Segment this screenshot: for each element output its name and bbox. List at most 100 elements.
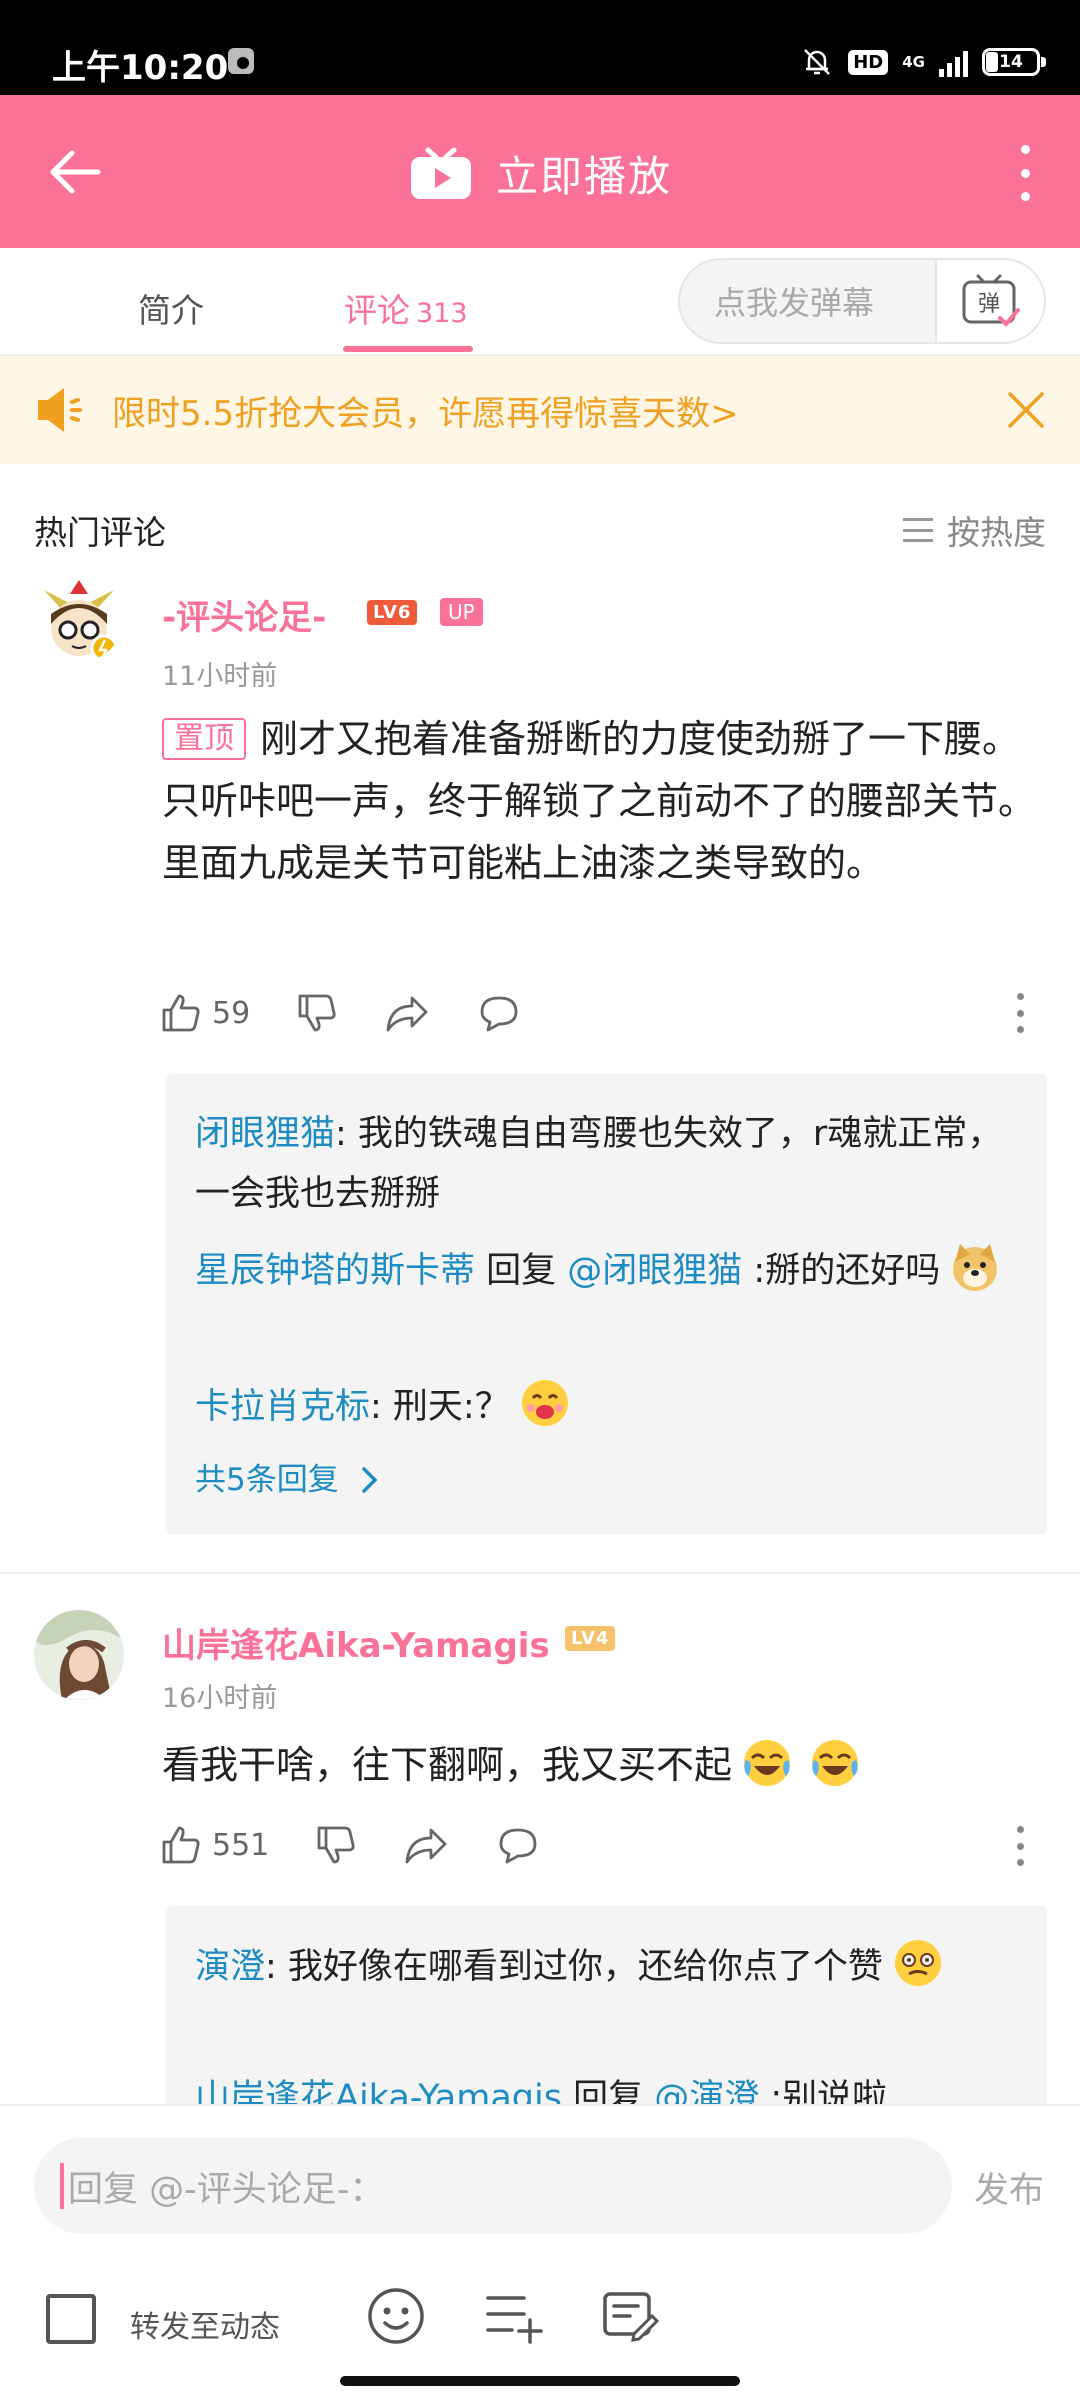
forward-checkbox[interactable] bbox=[46, 2294, 96, 2344]
status-bar: 上午10:20 HD 4G 14 bbox=[0, 0, 1080, 95]
active-tab-indicator bbox=[343, 346, 473, 352]
replies-box: 闭眼狸猫: 我的铁魂自由弯腰也失效了，r魂就正常，一会我也去掰掰 星辰钟塔的斯卡… bbox=[165, 1074, 1047, 1534]
sort-button[interactable]: 按热度 bbox=[903, 506, 1046, 554]
comment-username[interactable]: 山岸逢花Aika-Yamagis bbox=[162, 1618, 550, 1667]
hd-badge: HD bbox=[848, 49, 889, 75]
tab-intro[interactable]: 简介 bbox=[138, 284, 204, 332]
player-header: 立即播放 bbox=[0, 95, 1080, 248]
like-button[interactable]: 551 bbox=[160, 1824, 269, 1866]
more-options-button[interactable] bbox=[1010, 145, 1040, 201]
speaker-icon bbox=[38, 388, 82, 432]
add-list-icon[interactable] bbox=[484, 2286, 544, 2346]
reply-input[interactable]: 回复 @-评头论足-： bbox=[34, 2138, 952, 2234]
comment-more-button[interactable] bbox=[1005, 993, 1035, 1033]
doge-emoji-icon bbox=[953, 1244, 998, 1291]
danmaku-toggle-button[interactable]: 弹 bbox=[935, 260, 1044, 342]
emoji-picker-icon[interactable] bbox=[366, 2286, 426, 2346]
danmaku-placeholder: 点我发弹幕 bbox=[714, 284, 875, 322]
battery-level: 14 bbox=[999, 52, 1023, 72]
text-cursor bbox=[60, 2163, 64, 2209]
dislike-button[interactable] bbox=[296, 992, 338, 1034]
edit-note-icon[interactable] bbox=[600, 2286, 660, 2346]
reply-text: :掰的还好吗 bbox=[742, 1251, 941, 1291]
composer-toolbar: 转发至动态 bbox=[0, 2266, 1080, 2366]
reply-target[interactable]: @演澄 bbox=[654, 2078, 759, 2104]
vip-promo-banner[interactable]: 限时5.5折抢大会员，许愿再得惊喜天数> bbox=[0, 356, 1080, 464]
comment-time: 11小时前 bbox=[162, 661, 278, 692]
comment-bubble-icon bbox=[480, 996, 518, 1032]
reply-target[interactable]: @闭眼狸猫 bbox=[567, 1251, 742, 1291]
home-indicator[interactable] bbox=[340, 2376, 740, 2386]
like-button[interactable]: 59 bbox=[160, 992, 250, 1034]
reply-item[interactable]: 卡拉肖克标: 刑天:？ bbox=[195, 1376, 1015, 1437]
chevron-right-icon bbox=[361, 1467, 378, 1493]
share-icon bbox=[386, 996, 428, 1032]
play-now-label: 立即播放 bbox=[495, 152, 672, 201]
sort-icon bbox=[903, 518, 933, 542]
send-button[interactable]: 发布 bbox=[974, 2162, 1044, 2213]
comment-divider bbox=[0, 1572, 1080, 1574]
reply-item[interactable]: 星辰钟塔的斯卡蒂 回复 @闭眼狸猫 :掰的还好吗 bbox=[195, 1240, 1015, 1301]
close-icon[interactable] bbox=[1002, 386, 1050, 434]
comment-more-button[interactable] bbox=[1005, 1826, 1035, 1866]
view-all-replies-link[interactable]: 共5条回复 bbox=[195, 1454, 381, 1499]
danmaku-input[interactable]: 点我发弹幕 弹 bbox=[678, 258, 1046, 344]
reply-author[interactable]: 卡拉肖克标 bbox=[195, 1387, 370, 1427]
reply-item[interactable]: 演澄: 我好像在哪看到过你，还给你点了个赞 bbox=[195, 1936, 1015, 1997]
share-icon bbox=[405, 1828, 447, 1864]
up-badge: UP bbox=[440, 598, 483, 626]
reply-word: 回复 bbox=[561, 2078, 655, 2104]
status-time: 上午10:20 bbox=[52, 48, 229, 88]
thumbs-down-icon bbox=[317, 1826, 355, 1864]
laugh-cry-emoji-icon bbox=[812, 1740, 859, 1786]
reply-word: 回复 bbox=[475, 1251, 568, 1291]
reply-text: : 我好像在哪看到过你，还给你点了个赞 bbox=[265, 1947, 883, 1987]
sort-label: 按热度 bbox=[947, 513, 1046, 552]
reply-item[interactable]: 闭眼狸猫: 我的铁魂自由弯腰也失效了，r魂就正常，一会我也去掰掰 bbox=[195, 1104, 1015, 1224]
reply-composer: 回复 @-评头论足-： 发布 转发至动态 bbox=[0, 2104, 1080, 2400]
danmaku-button-label: 弹 bbox=[978, 292, 1000, 317]
level-badge: LV6 bbox=[367, 600, 418, 625]
reply-author[interactable]: 星辰钟塔的斯卡蒂 bbox=[195, 1251, 475, 1291]
reply-author[interactable]: 演澄 bbox=[195, 1947, 265, 1987]
thumbs-up-icon bbox=[162, 994, 200, 1032]
reply-input-placeholder: 回复 @-评头论足-： bbox=[68, 2169, 385, 2210]
reply-button[interactable] bbox=[495, 1824, 541, 1866]
replies-box: 演澄: 我好像在哪看到过你，还给你点了个赞 山岸逢花Aika-Yamagis 回… bbox=[165, 1906, 1047, 2104]
like-count: 59 bbox=[212, 995, 251, 1031]
tab-comments[interactable]: 评论 313 bbox=[344, 284, 468, 332]
comment-body: 刚才又抱着准备掰断的力度使劲掰了一下腰。只听咔吧一声，终于解锁了之前动不了的腰部… bbox=[162, 717, 1037, 885]
reply-button[interactable] bbox=[476, 992, 522, 1034]
play-now-button[interactable]: 立即播放 bbox=[0, 143, 1080, 204]
share-button[interactable] bbox=[403, 1824, 449, 1866]
reply-text: :别说啦 bbox=[759, 2078, 888, 2104]
reply-author[interactable]: 山岸逢花Aika-Yamagis bbox=[195, 2078, 562, 2104]
mute-bell-icon bbox=[804, 49, 831, 75]
comment-text: 看我干啥，往下翻啊，我又买不起 bbox=[162, 1734, 1042, 1796]
dizzy-emoji-icon bbox=[894, 1940, 941, 1986]
reply-author[interactable]: 闭眼狸猫 bbox=[195, 1114, 335, 1154]
danmaku-tv-icon: 弹 bbox=[962, 274, 1020, 327]
hot-comments-title: 热门评论 bbox=[34, 513, 166, 552]
share-button[interactable] bbox=[384, 992, 430, 1034]
signal-icon bbox=[939, 47, 968, 77]
forward-label: 转发至动态 bbox=[130, 2310, 280, 2345]
comment-time: 16小时前 bbox=[162, 1683, 278, 1714]
network-type: 4G bbox=[902, 53, 925, 71]
battery-icon: 14 bbox=[982, 48, 1046, 76]
avatar[interactable] bbox=[34, 572, 124, 662]
avatar[interactable] bbox=[34, 1610, 124, 1700]
comments-count: 313 bbox=[416, 298, 468, 329]
level-badge: LV4 bbox=[565, 1626, 616, 1651]
comment-text: 置顶 刚才又抱着准备掰断的力度使劲掰了一下腰。只听咔吧一声，终于解锁了之前动不了的… bbox=[162, 708, 1042, 894]
dislike-button[interactable] bbox=[315, 1824, 357, 1866]
total-replies-label: 共5条回复 bbox=[195, 1462, 339, 1498]
reply-item[interactable]: 山岸逢花Aika-Yamagis 回复 @演澄 :别说啦 bbox=[195, 2068, 1015, 2104]
drool-emoji-icon bbox=[521, 1380, 568, 1426]
laugh-cry-emoji-icon bbox=[744, 1740, 791, 1786]
comment-username[interactable]: -评头论足- bbox=[162, 590, 326, 639]
comment-actions: 551 bbox=[160, 1820, 587, 1870]
screen-record-icon bbox=[228, 48, 254, 74]
tv-play-icon bbox=[410, 147, 471, 199]
comment-actions: 59 bbox=[160, 988, 568, 1038]
